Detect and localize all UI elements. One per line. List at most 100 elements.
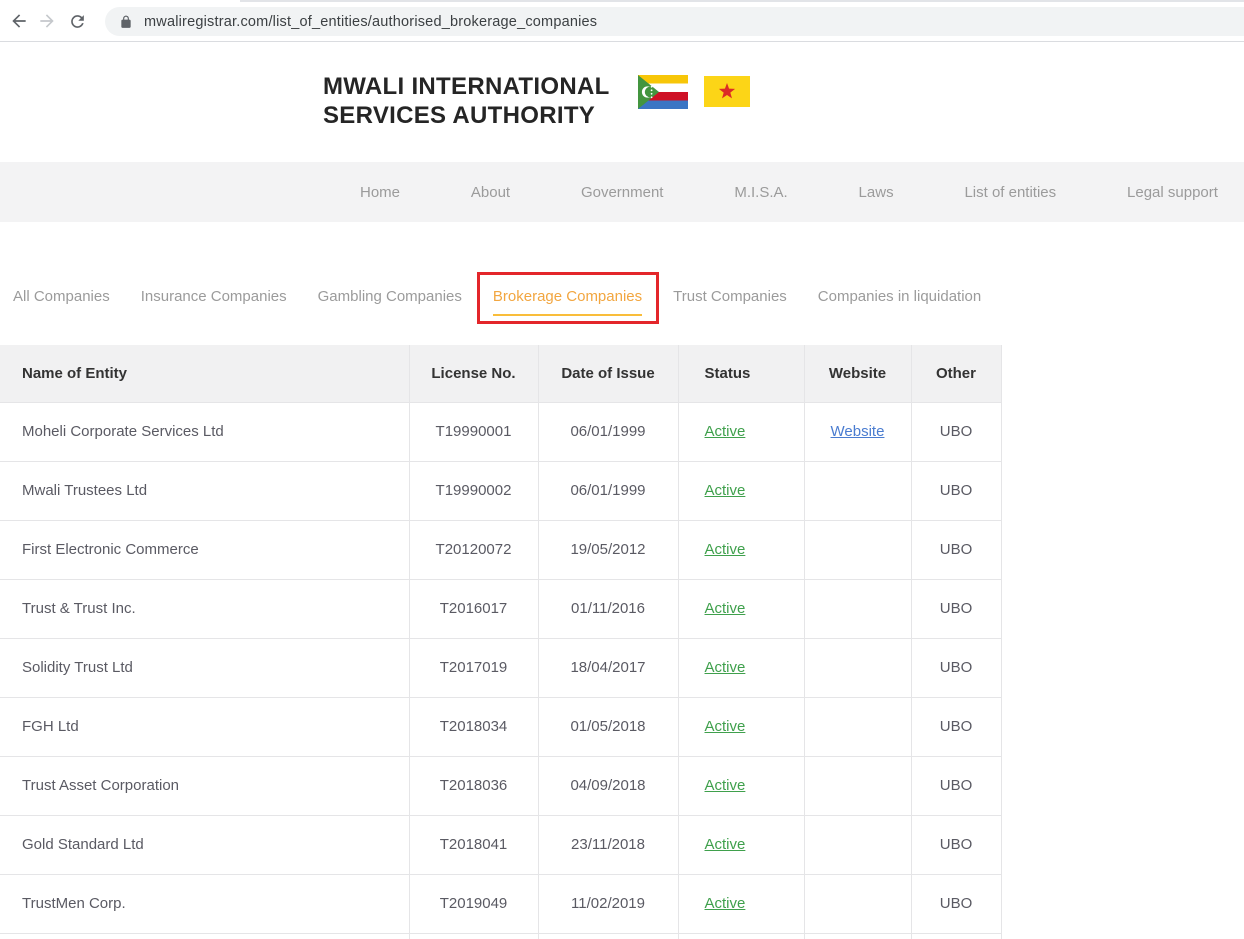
status-link[interactable]: Active [705, 836, 746, 853]
entity-name-cell: Trust & Trust Inc. [0, 579, 409, 638]
entity-name-cell: First Electronic Commerce [0, 520, 409, 579]
table-row: Moheli Corporate Services Ltd T19990001 … [0, 402, 1001, 461]
forward-arrow-icon [37, 11, 57, 31]
entity-tab[interactable]: Companies in liquidation [818, 288, 981, 316]
col-header-date: Date of Issue [538, 345, 678, 402]
table-row: Mwali Trustees Ltd T19990002 06/01/1999 … [0, 461, 1001, 520]
page-title: MWALI INTERNATIONAL SERVICES AUTHORITY [323, 72, 610, 130]
entity-name-cell: Mwali Trustees Ltd [0, 461, 409, 520]
entity-tabs: All Companies Insurance Companies Gambli… [13, 288, 981, 316]
entity-name-cell: FGH Ltd [0, 697, 409, 756]
status-link[interactable]: Active [705, 718, 746, 735]
status-link[interactable]: Active [705, 659, 746, 676]
status-cell: Active [678, 697, 804, 756]
other-cell: UBO [911, 756, 1001, 815]
table-row: First Electronic Commerce T20120072 19/0… [0, 520, 1001, 579]
browser-reload-button[interactable] [66, 10, 88, 32]
nav-item[interactable]: M.I.S.A. [734, 184, 787, 201]
status-cell: Active [678, 874, 804, 933]
entity-tab[interactable]: Gambling Companies [318, 288, 462, 316]
comoros-flag-icon [638, 75, 688, 114]
entity-tab[interactable]: Trust Companies [673, 288, 787, 316]
reload-icon [68, 12, 87, 31]
nav-item[interactable]: Legal support [1127, 184, 1218, 201]
status-link[interactable]: Active [705, 777, 746, 794]
website-cell [804, 520, 911, 579]
browser-back-button[interactable] [8, 10, 30, 32]
tabstrip-edge [240, 0, 1244, 2]
status-cell: Active [678, 756, 804, 815]
status-link[interactable]: Active [705, 423, 746, 440]
table-header: Name of Entity License No. Date of Issue… [0, 345, 1001, 402]
entities-table: Name of Entity License No. Date of Issue… [0, 345, 1002, 939]
license-cell: T2016017 [409, 579, 538, 638]
website-cell [804, 697, 911, 756]
license-cell: T19990002 [409, 461, 538, 520]
license-cell: T19990001 [409, 402, 538, 461]
browser-forward-button[interactable] [36, 10, 58, 32]
entity-tab-label: Trust Companies [673, 288, 787, 316]
entity-tab-label: Gambling Companies [318, 288, 462, 316]
table-row: Trust & Trust Inc. T2016017 01/11/2016 A… [0, 579, 1001, 638]
status-link[interactable]: Active [705, 600, 746, 617]
date-cell: 06/01/1999 [538, 402, 678, 461]
other-cell: UBO [911, 520, 1001, 579]
date-cell: 19/05/2012 [538, 520, 678, 579]
entity-tab-label: Companies in liquidation [818, 288, 981, 316]
page-title-line2: SERVICES AUTHORITY [323, 101, 610, 130]
table-row: Trust Asset Corporation T2018036 04/09/2… [0, 756, 1001, 815]
entity-name-cell: Moheli Corporate Services Ltd [0, 402, 409, 461]
other-cell: UBO [911, 815, 1001, 874]
website-cell [804, 638, 911, 697]
entity-tab[interactable]: All Companies [13, 288, 110, 316]
other-cell: UBO [911, 874, 1001, 933]
website-link[interactable]: Website [831, 423, 885, 440]
address-bar[interactable]: mwaliregistrar.com/list_of_entities/auth… [105, 7, 1244, 36]
other-cell: UBO [911, 402, 1001, 461]
other-cell: UBO [911, 461, 1001, 520]
date-cell: 18/04/2017 [538, 638, 678, 697]
date-cell: 23/11/2018 [538, 815, 678, 874]
col-header-status: Status [678, 345, 804, 402]
col-header-website: Website [804, 345, 911, 402]
status-cell: Active [678, 815, 804, 874]
table-row-partial [0, 933, 1001, 939]
date-cell: 01/05/2018 [538, 697, 678, 756]
page-title-line1: MWALI INTERNATIONAL [323, 72, 610, 101]
date-cell: 04/09/2018 [538, 756, 678, 815]
license-cell: T20120072 [409, 520, 538, 579]
ssl-lock-icon[interactable] [119, 15, 133, 29]
license-cell: T2018036 [409, 756, 538, 815]
status-link[interactable]: Active [705, 541, 746, 558]
table-row: Gold Standard Ltd T2018041 23/11/2018 Ac… [0, 815, 1001, 874]
browser-toolbar: mwaliregistrar.com/list_of_entities/auth… [0, 0, 1244, 42]
nav-item[interactable]: About [471, 184, 510, 201]
date-cell: 01/11/2016 [538, 579, 678, 638]
back-arrow-icon [9, 11, 29, 31]
url-text: mwaliregistrar.com/list_of_entities/auth… [144, 14, 597, 30]
entity-tab[interactable]: Brokerage Companies [493, 288, 642, 316]
entity-tab-label: All Companies [13, 288, 110, 316]
status-link[interactable]: Active [705, 482, 746, 499]
website-cell [804, 461, 911, 520]
status-cell: Active [678, 638, 804, 697]
entity-name-cell: Trust Asset Corporation [0, 756, 409, 815]
nav-item[interactable]: Home [360, 184, 400, 201]
nav-item[interactable]: List of entities [964, 184, 1056, 201]
other-cell: UBO [911, 638, 1001, 697]
status-cell: Active [678, 520, 804, 579]
website-cell [804, 815, 911, 874]
entity-tab-label: Insurance Companies [141, 288, 287, 316]
table-row: Solidity Trust Ltd T2017019 18/04/2017 A… [0, 638, 1001, 697]
col-header-other: Other [911, 345, 1001, 402]
entity-tab[interactable]: Insurance Companies [141, 288, 287, 316]
status-link[interactable]: Active [705, 895, 746, 912]
website-cell [804, 874, 911, 933]
next-row-stub [0, 933, 1001, 939]
license-cell: T2018034 [409, 697, 538, 756]
status-cell: Active [678, 579, 804, 638]
nav-item[interactable]: Laws [859, 184, 894, 201]
col-header-name: Name of Entity [0, 345, 409, 402]
entities-table-container: Name of Entity License No. Date of Issue… [0, 345, 1002, 939]
nav-item[interactable]: Government [581, 184, 664, 201]
